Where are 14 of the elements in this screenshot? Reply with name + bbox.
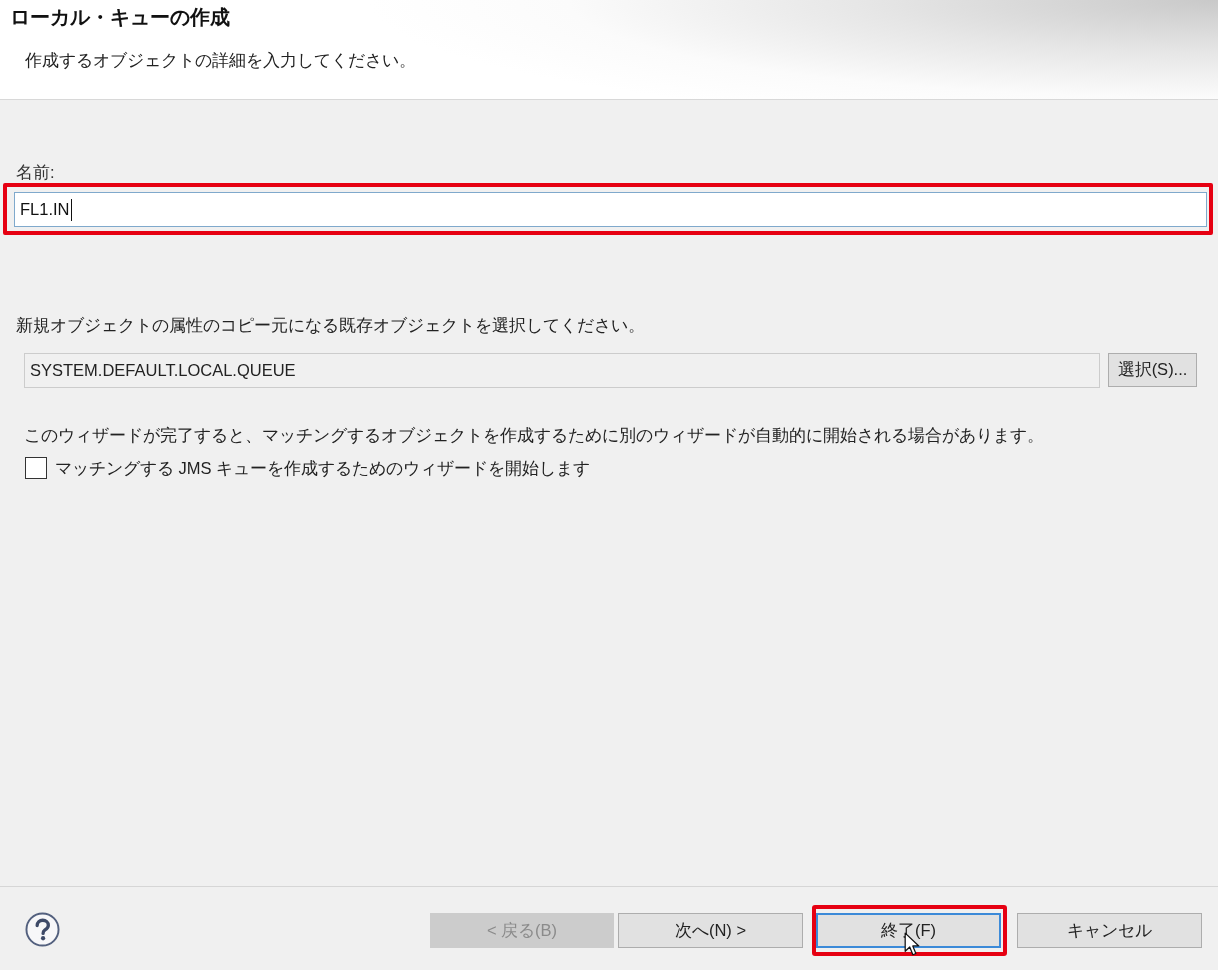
input-field[interactable]: FL1.IN	[14, 192, 1207, 227]
select-button[interactable]: 選択(S)...	[1108, 353, 1197, 387]
checkbox-label[interactable]: マッチングする JMS キューを作成するためのウィザードを開始します	[55, 458, 591, 478]
dialog-description: 作成するオブジェクトの詳細を入力してください。	[25, 50, 416, 70]
wizard-note: このウィザードが完了すると、マッチングするオブジェクトを作成するために別のウィザードが自動的に開始される場合があります。	[24, 425, 1044, 445]
footer-button[interactable]: 次へ(N) >	[618, 913, 803, 948]
dialog-title: ローカル・キューの作成	[10, 5, 230, 29]
checkbox[interactable]	[25, 457, 47, 479]
field-label: 名前:	[16, 162, 55, 182]
instruction-text: 新規オブジェクトの属性のコピー元になる既存オブジェクトを選択してください。	[16, 315, 645, 335]
help-icon[interactable]	[25, 912, 60, 947]
footer-button[interactable]: キャンセル	[1017, 913, 1202, 948]
source-object-field[interactable]: SYSTEM.DEFAULT.LOCAL.QUEUE	[24, 353, 1100, 388]
text-caret-icon	[70, 198, 72, 221]
